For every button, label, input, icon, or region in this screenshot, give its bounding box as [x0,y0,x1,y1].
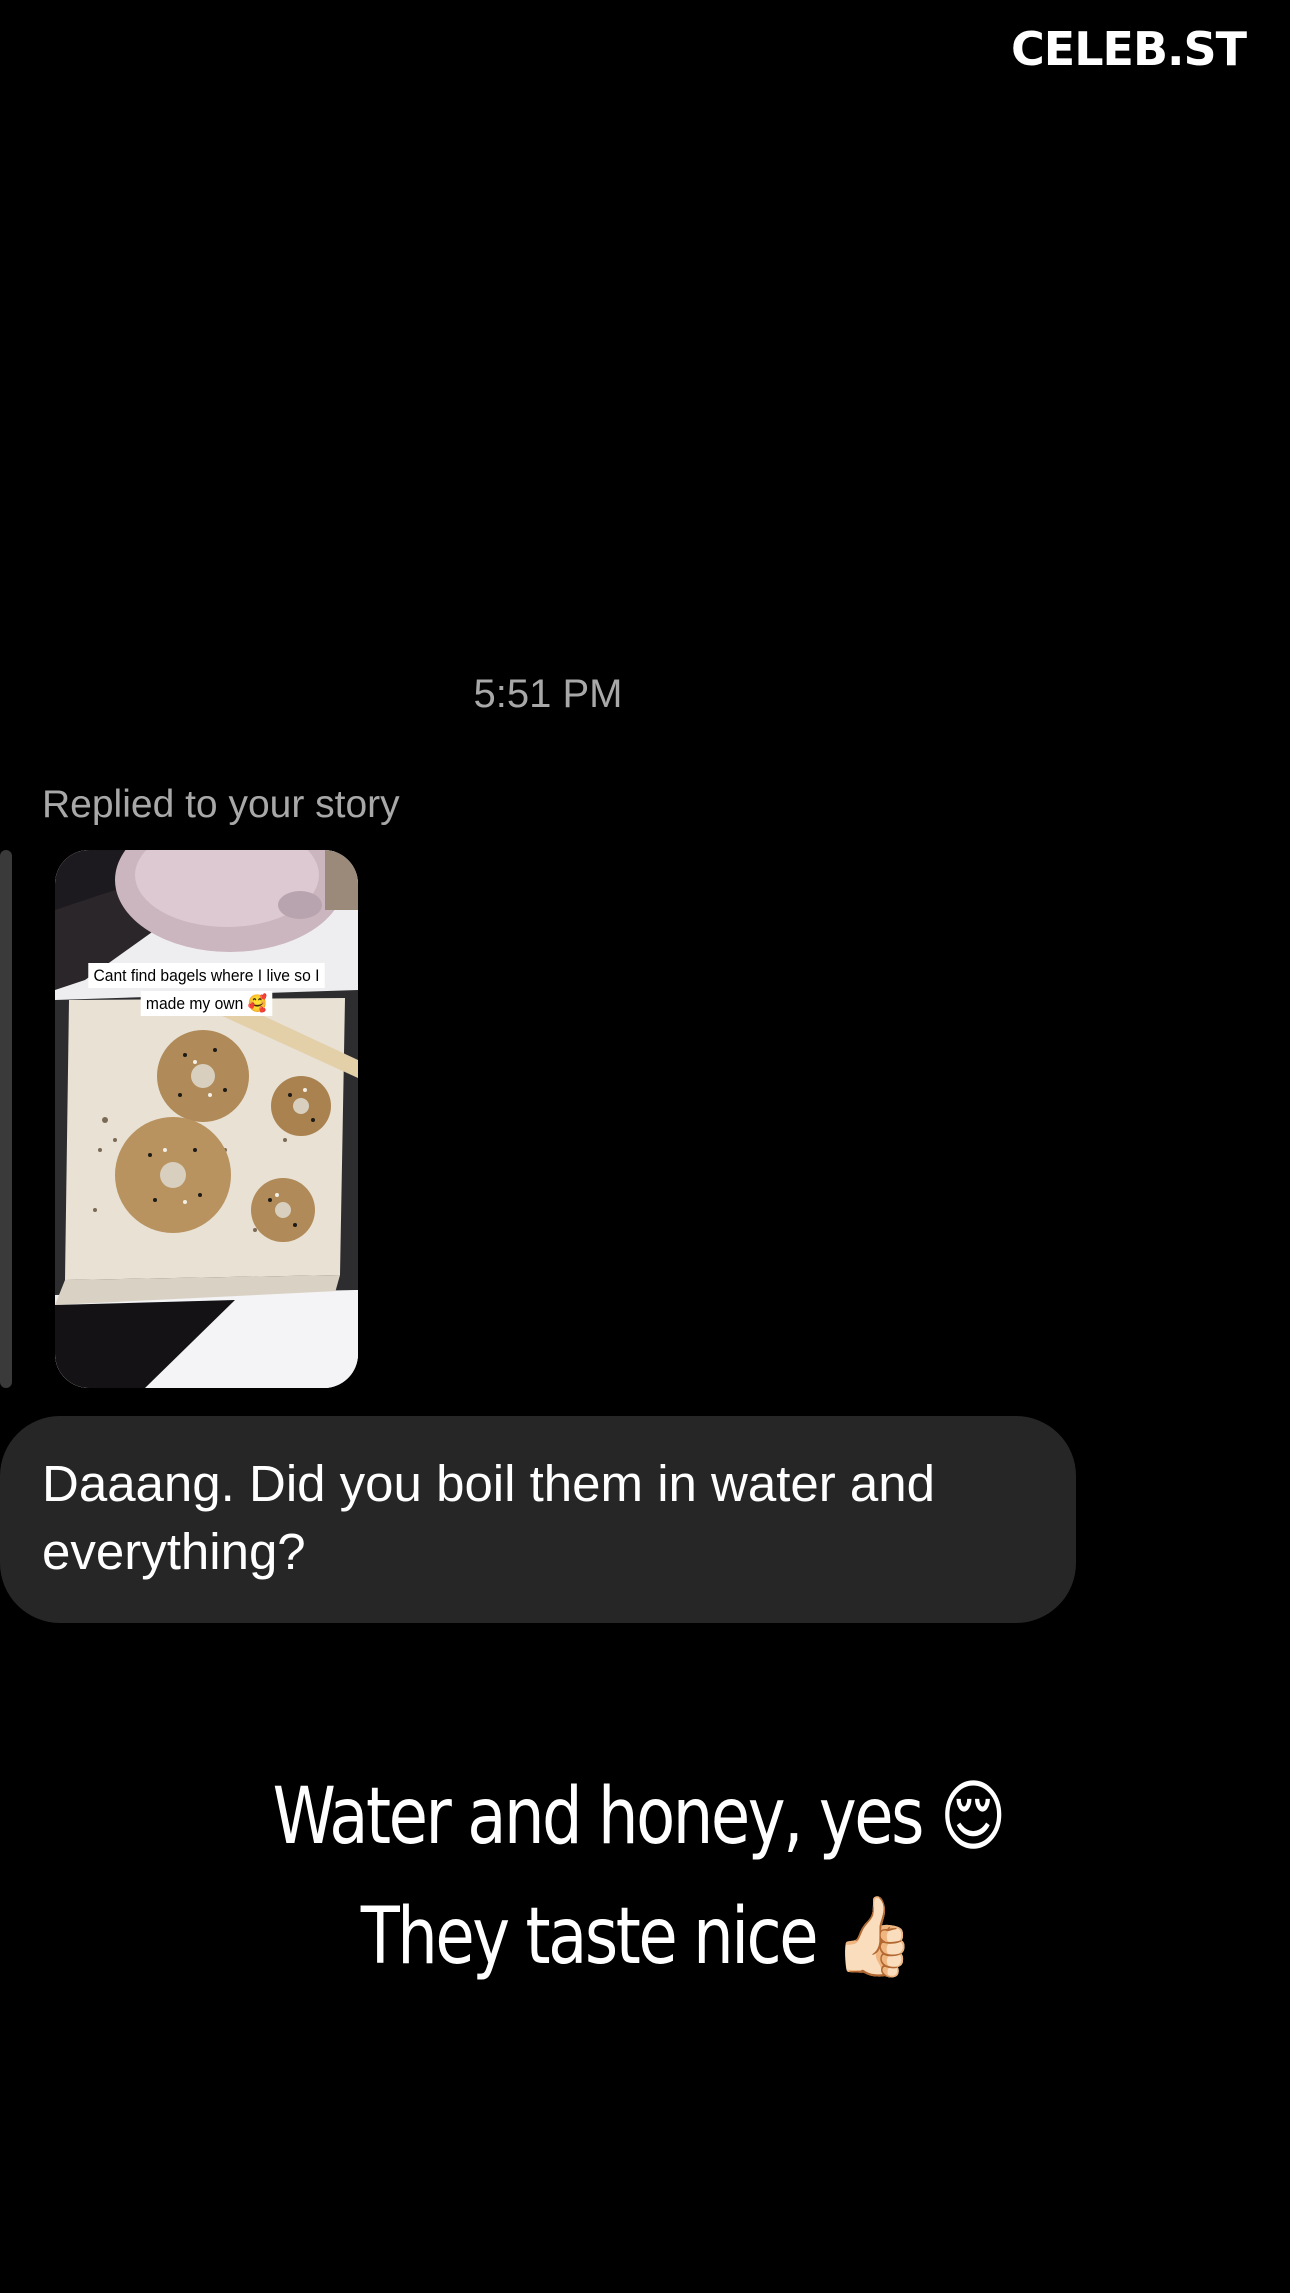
overlay-caption-line-2: They taste nice 👍🏻 [360,1892,914,1982]
bagels-photo [55,850,358,1388]
story-thumbnail[interactable]: Cant find bagels where I live so I made … [55,850,358,1388]
message-timestamp: 5:51 PM [473,672,623,716]
story-caption: Cant find bagels where I live so I made … [78,962,335,1018]
reply-indicator-bar [0,850,12,1388]
received-message-bubble[interactable]: Daaang. Did you boil them in water and e… [0,1416,1076,1623]
relieved-face-emoji: 😌 [940,1772,1008,1862]
thumbs-up-emoji: 👍🏻 [833,1892,914,1982]
watermark-logo: CELEB.ST [1011,22,1247,76]
overlay-caption-line-1: Water and honey, yes 😌 [272,1772,1008,1862]
story-reply-label: Replied to your story [42,783,400,826]
